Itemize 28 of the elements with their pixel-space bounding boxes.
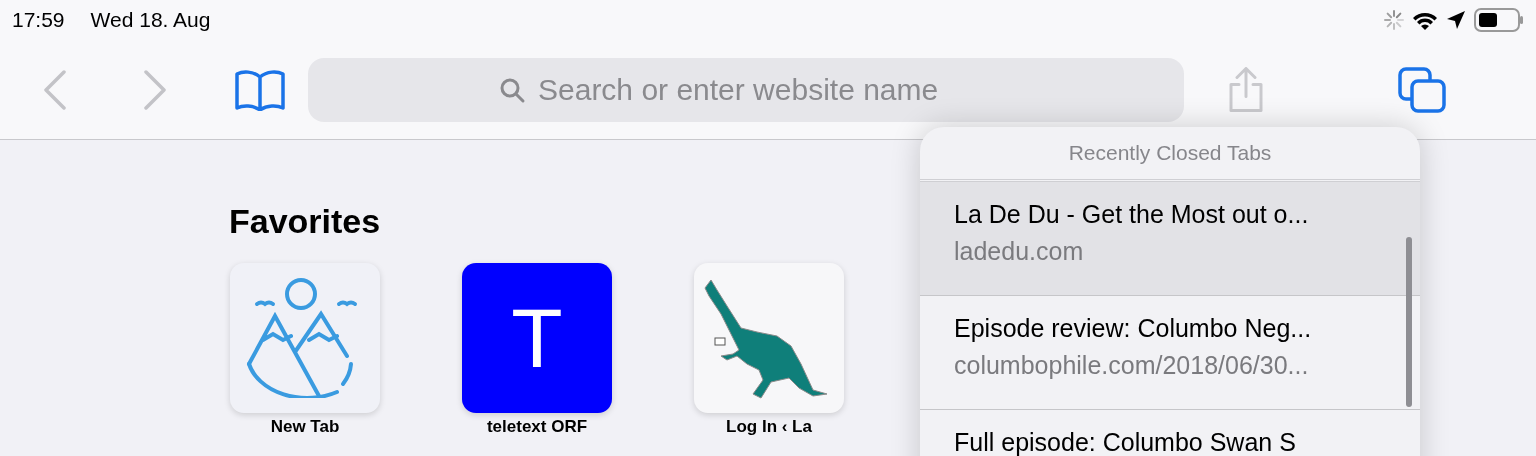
back-chevron-icon [42, 69, 68, 110]
favorites-heading: Favorites [229, 202, 381, 241]
popover-title: Recently Closed Tabs [1068, 141, 1272, 165]
forward-chevron-icon [142, 69, 168, 110]
tab-url: columbophile.com/2018/06/30... [954, 351, 1310, 380]
share-icon [1229, 67, 1263, 112]
favorite-tile[interactable]: T [462, 263, 612, 413]
tile-letter: T [511, 289, 563, 387]
battery-icon [1474, 8, 1524, 32]
tabs-icon [1398, 66, 1446, 113]
closed-tab-item[interactable]: Full episode: Columbo Swan S [920, 410, 1420, 456]
address-field[interactable]: Search or enter website name [308, 57, 1184, 122]
favorite-label[interactable]: teletext ORF [486, 417, 588, 437]
status-date: Wed 18. Aug [90, 8, 211, 32]
activity-spinner-icon [1384, 10, 1404, 30]
scrollbar[interactable] [1406, 237, 1412, 407]
favorite-label[interactable]: Log In ‹ La [726, 417, 812, 437]
status-time: 17:59 [12, 8, 65, 32]
closed-tab-item[interactable]: La De Du - Get the Most out o... ladedu.com [920, 182, 1420, 296]
closed-tab-item[interactable]: Episode review: Columbo Neg... columbophile.com/2018/06/30... [920, 296, 1420, 410]
tab-title: La De Du - Get the Most out o... [954, 200, 1310, 229]
wifi-icon [1412, 10, 1438, 30]
favorite-label[interactable]: New Tab [270, 417, 340, 437]
tab-title: Episode review: Columbo Neg... [954, 314, 1313, 343]
tab-url: ladedu.com [954, 237, 1085, 266]
search-icon [500, 77, 526, 104]
tab-title: Full episode: Columbo Swan S [954, 428, 1297, 456]
book-icon [235, 68, 285, 111]
